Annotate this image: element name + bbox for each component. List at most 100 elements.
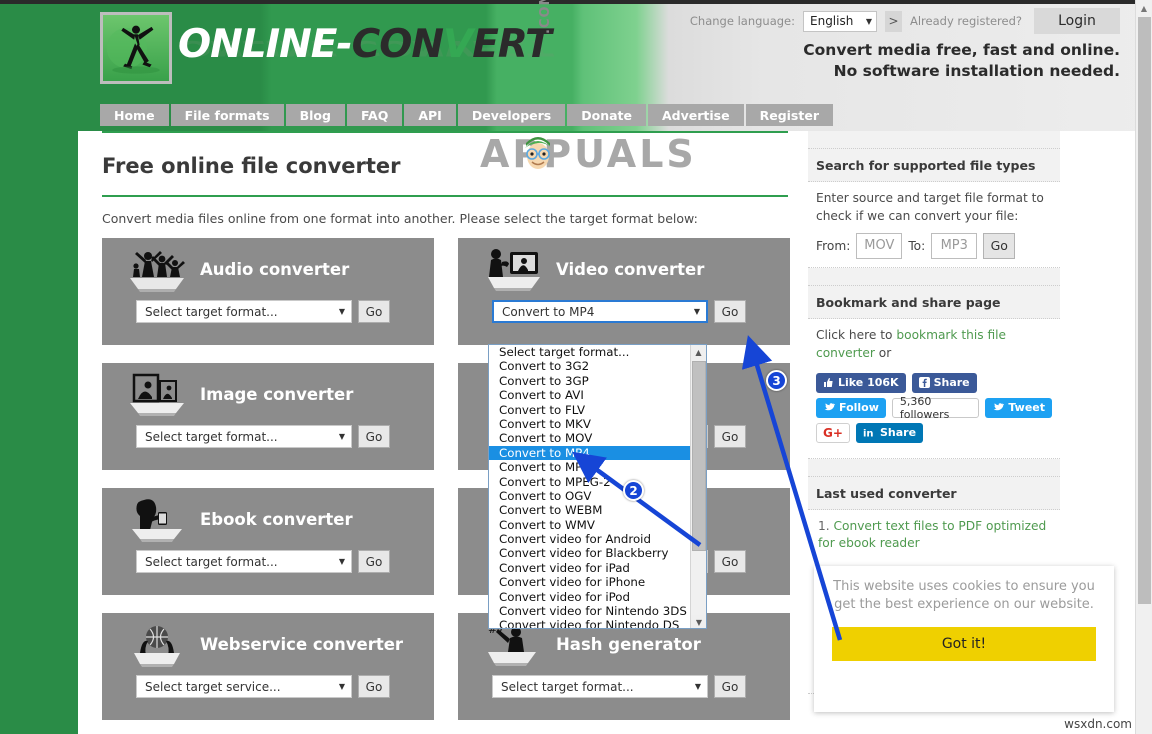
document-go-button[interactable]: Go [714,425,746,448]
video-format-select[interactable]: Convert to MP4 ▼ [492,300,708,323]
dropdown-option[interactable]: Convert video for Blackberry [489,546,692,560]
card-header: Webservice converter [102,613,434,675]
card-webservice-converter: Webservice converter Select target servi… [102,613,434,720]
linkedin-share-label: Share [880,426,917,440]
select-value: Select target format... [501,679,634,694]
login-button[interactable]: Login [1034,8,1120,34]
card-controls: Select target format... ▼ Go [102,550,434,573]
dropdown-option[interactable]: Convert video for Nintendo 3DS [489,604,692,618]
list-item[interactable]: 1. Convert text files to PDF optimized f… [818,518,1052,553]
nav-item-advertise[interactable]: Advertise [648,104,744,126]
video-go-button[interactable]: Go [714,300,746,323]
image-go-button[interactable]: Go [358,425,390,448]
dropdown-option[interactable]: Convert to MPEG-2 [489,475,692,489]
video-format-dropdown-list[interactable]: Select target format... Convert to 3G2 Con… [488,344,707,629]
card-header: Video converter [458,238,790,300]
dropdown-option[interactable]: Convert to MP4 [489,445,692,461]
ebook-format-select[interactable]: Select target format... ▼ [136,550,352,573]
card-header: Image converter [102,363,434,425]
cookie-accept-button[interactable]: Got it! [832,627,1096,662]
list-item-label: Convert text files to PDF optimized for … [818,518,1047,551]
select-value: Select target format... [145,554,278,569]
logo-icon-box [100,12,172,84]
twitter-tweet-button[interactable]: Tweet [985,397,1052,418]
hash-format-select[interactable]: Select target format... ▼ [492,675,708,698]
nav-item-developers[interactable]: Developers [457,104,566,126]
dropdown-option[interactable]: Convert to WMV [489,518,692,532]
facebook-icon [918,377,930,389]
nav-item-file-formats[interactable]: File formats [170,104,284,126]
card-title: Ebook converter [200,509,353,529]
archive-go-button[interactable]: Go [714,550,746,573]
facebook-share-button[interactable]: Share [911,372,977,393]
logo-con: CON [351,22,444,67]
image-format-select[interactable]: Select target format... ▼ [136,425,352,448]
nav-item-home[interactable]: Home [100,104,169,126]
twitter-follow-label: Follow [839,401,879,415]
dropdown-option[interactable]: Select target format... [489,345,692,359]
nav-item-faq[interactable]: FAQ [346,104,403,126]
browser-scrollbar[interactable]: ▲ [1135,0,1152,734]
dropdown-option[interactable]: Convert video for Android [489,532,692,546]
dropdown-option[interactable]: Convert video for iPod [489,590,692,604]
linkedin-share-button[interactable]: in Share [856,422,924,443]
thumbs-up-icon [824,378,833,388]
dropdown-scroll-up-icon[interactable]: ▲ [691,345,706,360]
card-image-converter: Image converter Select target format... … [102,363,434,470]
dropdown-option[interactable]: Convert to MOV [489,431,692,445]
dropdown-option[interactable]: Convert to 3G2 [489,359,692,373]
search-box-description: Enter source and target file format to c… [816,191,1044,223]
facebook-like-button[interactable]: Like 106K [816,372,906,393]
card-header: Audio converter [102,238,434,300]
dropdown-scroll-down-icon[interactable]: ▼ [691,615,706,628]
dropdown-option[interactable]: Convert to MKV [489,417,692,431]
dropdown-option[interactable]: Convert to 3GP [489,374,692,388]
hash-go-button[interactable]: Go [714,675,746,698]
search-box-body: Enter source and target file format to c… [808,182,1060,267]
from-format-input[interactable]: MOV [856,233,903,260]
sidebar-top-spacer [808,131,1060,149]
nav-item-blog[interactable]: Blog [285,104,345,126]
language-go-button[interactable]: > [885,10,902,32]
audio-go-button[interactable]: Go [358,300,390,323]
dropdown-option[interactable]: Convert to WEBM [489,503,692,517]
ebook-go-button[interactable]: Go [358,550,390,573]
bookmark-text-before: Click here to [816,328,897,343]
dropdown-option[interactable]: Convert video for Nintendo DS [489,618,692,628]
webservice-go-button[interactable]: Go [358,675,390,698]
scrollbar-thumb[interactable] [1138,17,1151,604]
converter-column-left: Audio converter Select target format... … [102,238,434,734]
dropdown-option[interactable]: Convert to FLV [489,403,692,417]
dropdown-scrollbar[interactable]: ▲ ▼ [690,345,706,628]
select-value: Select target format... [145,304,278,319]
site-logo[interactable]: ONLINE-CONVERT ONLINE-CONVERT .COM [100,0,570,90]
twitter-follow-button[interactable]: Follow [816,397,886,418]
dropdown-scroll-thumb[interactable] [692,361,706,551]
dropdown-option[interactable]: Convert to OGV [489,489,692,503]
image-frames-icon [126,369,188,419]
search-file-types-box: Search for supported file types Enter so… [808,149,1060,269]
chevron-down-icon: ▼ [865,16,872,26]
dropdown-option[interactable]: Convert to AVI [489,388,692,402]
google-plus-button[interactable]: G+ [816,422,850,443]
dropdown-option[interactable]: Convert to MPEG [489,460,692,474]
language-select[interactable]: English ▼ [803,10,877,32]
audio-format-select[interactable]: Select target format... ▼ [136,300,352,323]
card-header: Ebook converter [102,488,434,550]
nav-item-api[interactable]: API [404,104,456,126]
scroll-up-icon[interactable]: ▲ [1136,0,1152,16]
page-title: Free online file converter [102,154,401,178]
chevron-down-icon: ▼ [338,432,345,441]
dropdown-option[interactable]: Convert video for iPhone [489,575,692,589]
format-check-go-button[interactable]: Go [983,233,1016,260]
nav-item-register[interactable]: Register [745,104,833,126]
select-value: Select target service... [145,679,281,694]
nav-item-donate[interactable]: Donate [567,104,646,126]
twitter-followers-count[interactable]: 5,360 followers [891,395,980,421]
card-title: Webservice converter [200,634,404,654]
linkedin-icon: in [863,429,874,439]
webservice-service-select[interactable]: Select target service... ▼ [136,675,352,698]
to-format-input[interactable]: MP3 [931,233,978,260]
dropdown-option[interactable]: Convert video for iPad [489,561,692,575]
bookmark-box-heading: Bookmark and share page [808,286,1060,320]
